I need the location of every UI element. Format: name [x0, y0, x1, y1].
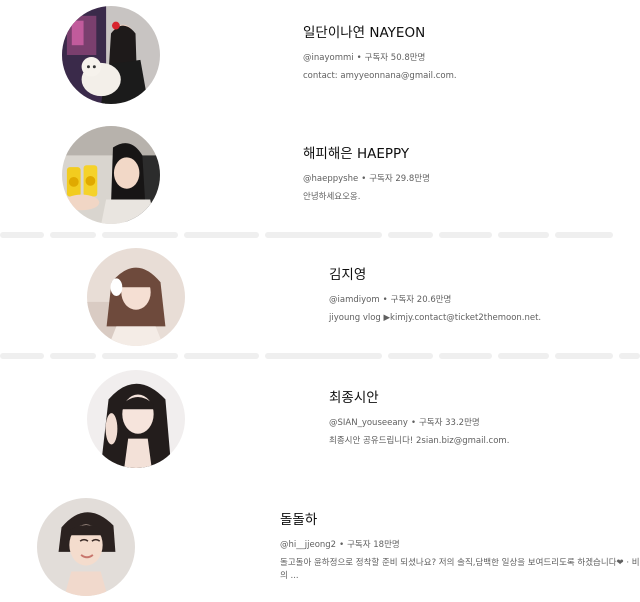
channel-handle: @iamdiyom	[329, 295, 380, 305]
subscriber-count: 구독자 20.6만명	[390, 295, 452, 305]
channel-meta: @haeppyshe • 구독자 29.8만명	[303, 172, 430, 184]
channel-name[interactable]: 해피해은 HAEPPY	[303, 145, 430, 163]
channel-name[interactable]: 돌돌하	[280, 511, 640, 529]
avatar-photo-icon	[37, 498, 135, 596]
channel-name[interactable]: 일단이나연 NAYEON	[303, 24, 457, 42]
meta-separator: •	[339, 540, 345, 550]
subscriber-count: 구독자 50.8만명	[364, 53, 426, 63]
subscriber-count: 구독자 33.2만명	[418, 418, 480, 428]
channel-item[interactable]: 김지영 @iamdiyom • 구독자 20.6만명 jiyoung vlog ▶k…	[0, 240, 640, 350]
channel-meta: @hi__jjeong2 • 구독자 18만명	[280, 538, 640, 550]
channel-handle: @haeppyshe	[303, 174, 359, 184]
channel-meta: @iamdiyom • 구독자 20.6만명	[329, 293, 541, 305]
channel-handle: @SIAN_youseeany	[329, 418, 408, 428]
channel-list: 일단이나연 NAYEON @inayommi • 구독자 50.8만명 contac…	[0, 0, 640, 602]
channel-avatar[interactable]	[87, 248, 185, 346]
channel-item[interactable]: 해피해은 HAEPPY @haeppyshe • 구독자 29.8만명 안녕하세요오…	[0, 115, 640, 230]
meta-separator: •	[382, 295, 388, 305]
channel-meta: @inayommi • 구독자 50.8만명	[303, 51, 457, 63]
avatar-photo-icon	[62, 6, 160, 104]
channel-avatar[interactable]	[87, 370, 185, 468]
channel-avatar[interactable]	[37, 498, 135, 596]
channel-name[interactable]: 최종시안	[329, 389, 509, 407]
meta-separator: •	[361, 174, 367, 184]
subscriber-count: 구독자 29.8만명	[369, 174, 430, 184]
channel-description: contact: amyyeonnana@gmail.com.	[303, 71, 457, 81]
avatar-photo-icon	[87, 248, 185, 346]
channel-name[interactable]: 김지영	[329, 266, 541, 284]
channel-item[interactable]: 돌돌하 @hi__jjeong2 • 구독자 18만명 돌고돌아 윤하정으로 정착할…	[0, 490, 640, 602]
chip-row-divider	[0, 232, 640, 238]
channel-item[interactable]: 일단이나연 NAYEON @inayommi • 구독자 50.8만명 contac…	[0, 0, 640, 110]
channel-description: jiyoung vlog ▶kimjy.contact@ticket2themo…	[329, 313, 542, 323]
channel-avatar[interactable]	[62, 126, 160, 224]
chip-row-divider	[0, 353, 640, 359]
channel-description: 안녕하세요오옹.	[303, 192, 361, 202]
meta-separator: •	[356, 53, 362, 63]
avatar-photo-icon	[87, 370, 185, 468]
meta-separator: •	[410, 418, 416, 428]
channel-description: 최종시안 공유드립니다! 2sian.biz@gmail.com.	[329, 436, 510, 446]
avatar-photo-icon	[62, 126, 160, 224]
channel-description: 돌고돌아 윤하정으로 정착할 준비 되셨나요? 저의 솔직,담백한 일상을 보여…	[280, 558, 640, 581]
channel-handle: @hi__jjeong2	[280, 540, 337, 550]
channel-meta: @SIAN_youseeany • 구독자 33.2만명	[329, 416, 509, 428]
subscriber-count: 구독자 18만명	[347, 540, 400, 550]
channel-avatar[interactable]	[62, 6, 160, 104]
channel-handle: @inayommi	[303, 53, 354, 63]
channel-item[interactable]: 최종시안 @SIAN_youseeany • 구독자 33.2만명 최종시안 공유드…	[0, 362, 640, 477]
